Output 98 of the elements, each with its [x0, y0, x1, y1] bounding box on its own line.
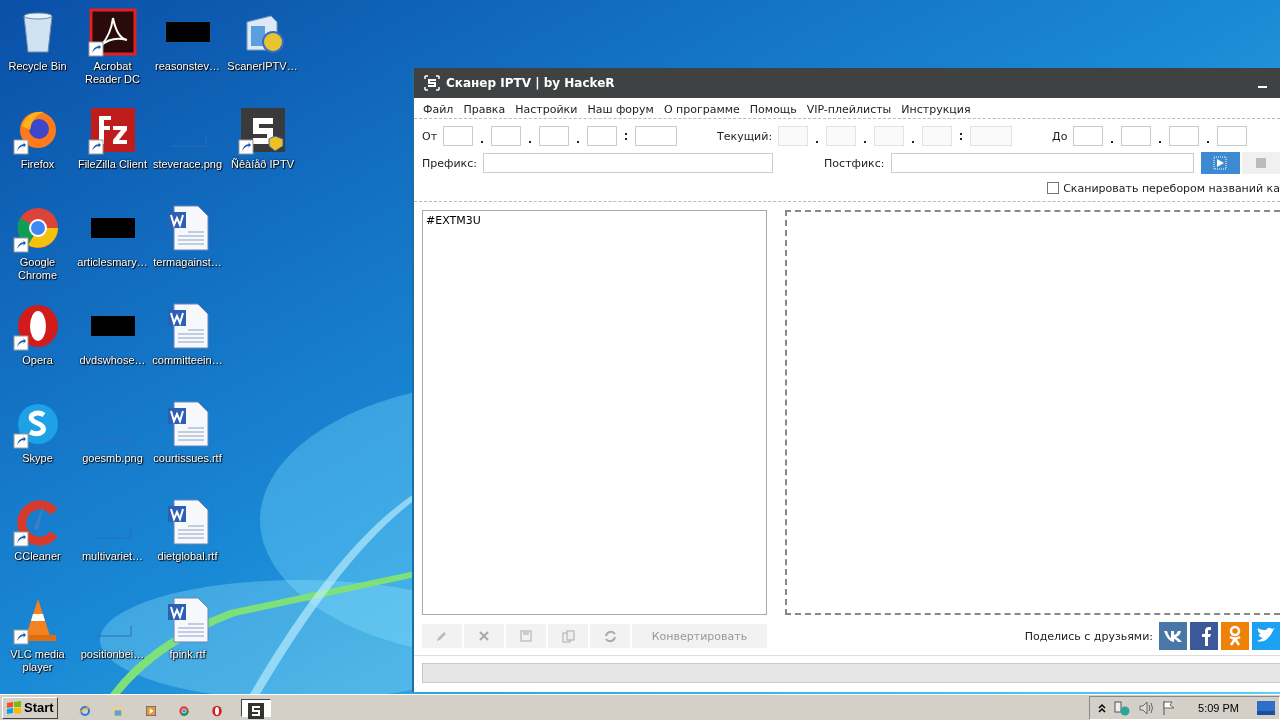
- menu-item[interactable]: Настройки: [510, 102, 583, 116]
- redacted-thumbnail-icon: [90, 218, 135, 238]
- desktop-icon-label[interactable]: Ñêàíåð IPTV: [231, 158, 294, 171]
- ccleaner-icon: [16, 500, 57, 546]
- desktop-icon-label[interactable]: courtissues.rtf: [153, 452, 222, 465]
- desktop-icon-label[interactable]: Skype: [22, 452, 53, 465]
- desktop-icon-label[interactable]: goesmb.png: [82, 452, 143, 465]
- show-desktop-icon[interactable]: [1257, 700, 1275, 715]
- word-document-icon: [167, 499, 208, 545]
- copy-icon: [561, 629, 575, 643]
- window-title: Сканер IPTV | by HackeR: [446, 76, 615, 90]
- clock[interactable]: 5:09 PM: [1198, 701, 1239, 714]
- menu-item[interactable]: Правка: [458, 102, 511, 116]
- desktop-icon-label[interactable]: FileZilla Client: [77, 158, 148, 171]
- postfix-label: Постфикс:: [824, 156, 885, 170]
- menu-item[interactable]: VIP-плейлисты: [801, 102, 897, 116]
- desktop-icon-label[interactable]: steverace.png: [152, 158, 223, 171]
- opera-icon: [17, 305, 58, 347]
- app-logo-icon: [424, 75, 440, 91]
- port-field[interactable]: [635, 126, 678, 146]
- stop-icon: [1256, 158, 1267, 168]
- start-button[interactable]: Start: [2, 696, 58, 719]
- octet-field[interactable]: [491, 126, 522, 146]
- desktop-icon-label[interactable]: dvdswhose…: [79, 354, 146, 367]
- desktop-icon-label[interactable]: termagainst…: [153, 256, 222, 269]
- pencil-icon: [436, 630, 448, 642]
- colon-mark: [960, 132, 963, 140]
- playlist-text-area[interactable]: #EXTM3U: [422, 210, 767, 615]
- chevron-up-icon[interactable]: [1098, 702, 1107, 713]
- ip-range-label: Текущий:: [717, 129, 773, 143]
- menu-item[interactable]: Файл: [418, 102, 459, 116]
- close-icon: [479, 631, 489, 641]
- flag-icon[interactable]: [1162, 699, 1177, 716]
- acrobat-icon: [89, 8, 136, 56]
- skype-icon: [17, 404, 58, 444]
- desktop-icon-label[interactable]: reasonstev…: [155, 60, 220, 73]
- stop-button[interactable]: [1242, 152, 1280, 174]
- octet-field[interactable]: [587, 126, 618, 146]
- installer-box-icon: [246, 15, 284, 53]
- windows-logo-icon: [6, 700, 22, 715]
- ip-range-label: От: [422, 129, 438, 143]
- bird-icon: [1257, 627, 1275, 642]
- desktop-icon-label[interactable]: Recycle Bin: [8, 60, 67, 73]
- social-button[interactable]: [1252, 622, 1280, 650]
- menu-item[interactable]: Наш форум: [582, 102, 659, 116]
- vk-logo-icon: [1164, 631, 1182, 642]
- redacted-thumbnail-icon: [90, 316, 135, 336]
- desktop-icon-label[interactable]: VLC media player: [0, 648, 75, 674]
- word-document-icon: [167, 303, 208, 349]
- speaker-icon[interactable]: [1138, 699, 1155, 716]
- prefix-label: Префикс:: [422, 156, 477, 170]
- word-document-icon: [167, 597, 208, 643]
- play-button[interactable]: [1200, 152, 1241, 174]
- desktop-icon-label[interactable]: Google Chrome: [0, 256, 75, 282]
- octet-field[interactable]: [1169, 126, 1200, 146]
- firefox-icon: [19, 111, 56, 148]
- media-player-icon: [145, 705, 156, 716]
- desktop-icon-label[interactable]: ScanerIPTV…: [227, 60, 298, 73]
- octet-field[interactable]: [539, 126, 570, 146]
- word-document-icon: [167, 401, 208, 447]
- menu-item[interactable]: Помощь: [744, 102, 802, 116]
- desktop-icon-label[interactable]: multivariet…: [81, 550, 144, 563]
- refresh-icon: [603, 629, 617, 643]
- internet-explorer-icon: [78, 705, 91, 716]
- desktop-icon-label[interactable]: Acrobat Reader DC: [75, 60, 150, 86]
- colon-mark: [625, 132, 628, 140]
- desktop-icon-label[interactable]: committeein…: [152, 354, 223, 367]
- play-icon: [1213, 156, 1228, 170]
- chrome-icon: [17, 208, 58, 248]
- desktop-icon-label[interactable]: Firefox: [20, 158, 55, 171]
- taskbar-button[interactable]: [240, 698, 271, 717]
- desktop-icon-label[interactable]: Opera: [22, 354, 53, 367]
- folder-icon: [112, 707, 123, 716]
- menu-item[interactable]: О программе: [658, 102, 745, 116]
- network-icon[interactable]: [1114, 699, 1131, 716]
- octet-field[interactable]: [443, 126, 474, 146]
- social-button[interactable]: [1190, 622, 1218, 650]
- ip-range-label: До: [1052, 129, 1068, 143]
- prefix-field[interactable]: [483, 153, 774, 173]
- redacted-thumbnail-icon: [165, 22, 210, 42]
- menu-item[interactable]: Инструкция: [896, 102, 976, 116]
- odnoklassniki-logo-icon: [1228, 625, 1242, 647]
- social-button[interactable]: [1159, 622, 1187, 650]
- checkbox[interactable]: [1047, 182, 1060, 194]
- facebook-logo-icon: [1202, 627, 1211, 646]
- image-thumbnail-icon: [94, 625, 131, 637]
- checkbox-label: Сканировать перебором названий ка: [1063, 181, 1280, 195]
- share-label: Поделись с друзьями:: [1024, 629, 1153, 643]
- desktop-icon-label[interactable]: articlesmary…: [77, 256, 148, 269]
- postfix-field[interactable]: [890, 153, 1194, 173]
- chrome-icon: [178, 705, 189, 716]
- octet-field[interactable]: [1073, 126, 1104, 146]
- octet-field[interactable]: [1121, 126, 1152, 146]
- opera-icon: [211, 705, 222, 716]
- desktop-icon-label[interactable]: dietglobal.rtf: [157, 550, 218, 563]
- octet-field[interactable]: [1217, 126, 1248, 146]
- desktop-icon-label[interactable]: CCleaner: [14, 550, 61, 563]
- word-document-icon: [167, 205, 208, 251]
